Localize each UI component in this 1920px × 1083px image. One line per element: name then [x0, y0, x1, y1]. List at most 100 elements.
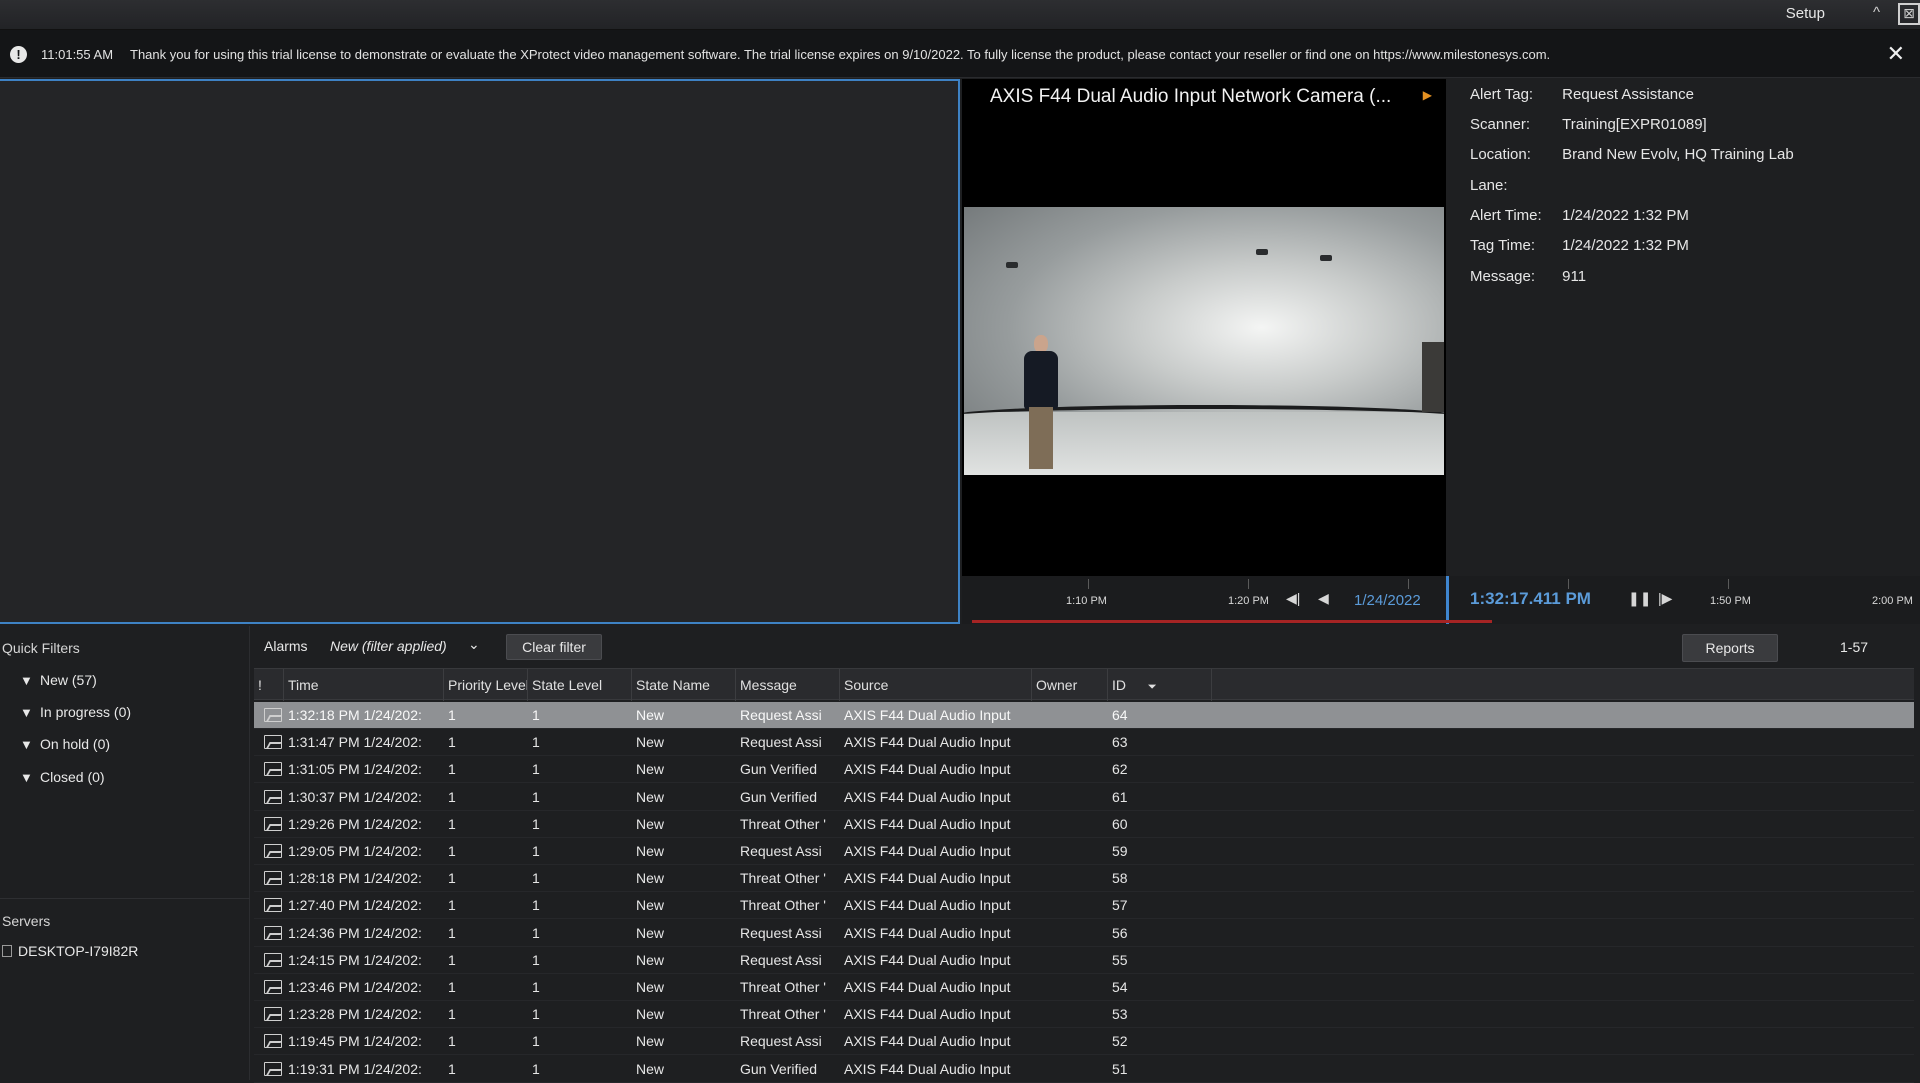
column-header-state-name[interactable]: State Name [632, 669, 736, 701]
empty-view-pane[interactable] [0, 79, 960, 624]
table-row[interactable]: 1:31:47 PM 1/24/202: 1 1 New Request Assi AXI… [254, 729, 1914, 757]
server-item[interactable]: DESKTOP-I79I82R [2, 943, 138, 959]
cell-message: Threat Other ' [740, 979, 826, 995]
cell-source: AXIS F44 Dual Audio Input [844, 1006, 1011, 1023]
cell-time: 1:31:05 PM 1/24/202: [288, 761, 422, 778]
ceiling-fixture [1006, 262, 1018, 268]
column-header-priority[interactable]: Priority Level [444, 669, 528, 701]
table-row[interactable]: 1:23:28 PM 1/24/202: 1 1 New Threat Other ' A… [254, 1001, 1914, 1029]
cell-id: 54 [1112, 979, 1128, 995]
timeline-current-time: 1:32:17.411 PM [1470, 589, 1591, 608]
timeline-playhead[interactable] [1446, 576, 1449, 624]
image-icon [264, 1007, 282, 1022]
filter-on-hold[interactable]: ▼ On hold (0) [20, 736, 110, 752]
cell-state-level: 1 [532, 924, 540, 941]
close-icon[interactable]: ✕ [1887, 41, 1905, 67]
cell-state-level: 1 [532, 979, 540, 995]
detail-value: Training[EXPR01089] [1562, 116, 1707, 133]
camera-view[interactable]: AXIS F44 Dual Audio Input Network Camera… [962, 79, 1446, 624]
cell-priority: 1 [448, 1006, 456, 1023]
column-header-source[interactable]: Source [840, 669, 1032, 701]
setup-button[interactable]: Setup [1786, 5, 1825, 22]
table-row[interactable]: 1:29:26 PM 1/24/202: 1 1 New Threat Other ' A… [254, 811, 1914, 838]
table-row[interactable]: 1:30:37 PM 1/24/202: 1 1 New Gun Verified AXI… [254, 784, 1914, 811]
quick-filters-title: Quick Filters [2, 640, 80, 656]
cell-state-name: New [636, 734, 665, 751]
filter-dropdown[interactable]: New (filter applied) [330, 638, 447, 654]
column-header-id[interactable]: ID ⏷ [1108, 669, 1212, 701]
filter-label: New (57) [40, 672, 97, 688]
table-row[interactable]: 1:27:40 PM 1/24/202: 1 1 New Threat Other ' A… [254, 892, 1914, 920]
sort-descending-icon[interactable]: ⏷ [1148, 681, 1157, 693]
image-icon [264, 1034, 282, 1049]
filter-label: In progress (0) [40, 704, 132, 720]
table-row[interactable]: 1:24:36 PM 1/24/202: 1 1 New Request Assi AXI… [254, 920, 1914, 947]
table-header: ! Time Priority Level State Level State … [254, 668, 1914, 701]
cell-time: 1:29:05 PM 1/24/202: [288, 843, 422, 859]
play-reverse-icon[interactable]: ◀ [1318, 590, 1329, 607]
filter-funnel-icon: ▼ [20, 737, 33, 752]
detail-value: 1/24/2022 1:32 PM [1562, 237, 1689, 254]
reports-button[interactable]: Reports [1682, 634, 1778, 662]
cell-source: AXIS F44 Dual Audio Input [844, 788, 1011, 805]
table-row[interactable]: 1:23:46 PM 1/24/202: 1 1 New Threat Other ' A… [254, 974, 1914, 1001]
alarm-list-panel: Alarms New (filter applied) ⌄ Clear filt… [252, 626, 1920, 1083]
camera-video-feed[interactable] [964, 207, 1444, 475]
notification-text: Thank you for using this trial license t… [130, 47, 1551, 62]
table-row[interactable]: 1:24:15 PM 1/24/202: 1 1 New Request Assi AXI… [254, 947, 1914, 974]
cell-message: Threat Other ' [740, 1006, 826, 1023]
camera-menu-arrow-icon[interactable]: ▶ [1423, 88, 1432, 102]
cell-owner [1032, 811, 1108, 838]
pause-icon[interactable]: ❚❚ [1628, 590, 1651, 607]
cell-state-name: New [636, 870, 665, 887]
column-header-message[interactable]: Message [736, 669, 840, 701]
cell-time: 1:29:26 PM 1/24/202: [288, 815, 422, 832]
column-header-flag[interactable]: ! [254, 669, 284, 701]
image-icon [264, 816, 282, 831]
timeline-label: 1:50 PM [1710, 595, 1751, 607]
cell-owner [1032, 729, 1108, 756]
cell-state-name: New [636, 924, 665, 941]
table-row[interactable]: 1:32:18 PM 1/24/202: 1 1 New Request Assi AXI… [254, 702, 1914, 729]
table-row[interactable]: 1:31:05 PM 1/24/202: 1 1 New Gun Verified AXI… [254, 756, 1914, 784]
table-row[interactable]: 1:19:45 PM 1/24/202: 1 1 New Request Assi AXI… [254, 1028, 1914, 1056]
image-icon [264, 844, 282, 858]
table-row[interactable]: 1:19:31 PM 1/24/202: 1 1 New Gun Verified AXI… [254, 1056, 1914, 1083]
cell-state-name: New [636, 979, 665, 995]
table-row[interactable]: 1:29:05 PM 1/24/202: 1 1 New Request Assi AXI… [254, 838, 1914, 865]
filter-closed[interactable]: ▼ Closed (0) [20, 769, 105, 785]
cell-state-level: 1 [532, 1060, 540, 1077]
column-header-state-level[interactable]: State Level [528, 669, 632, 701]
window-mode-icon[interactable]: ⊠ [1898, 3, 1920, 25]
cell-priority: 1 [448, 815, 456, 832]
next-frame-icon[interactable]: |▶ [1658, 590, 1672, 607]
previous-frame-icon[interactable]: ◀| [1286, 590, 1300, 607]
row-range-label: 1-57 [1840, 639, 1869, 655]
timeline-label: 1:20 PM [1228, 595, 1269, 607]
table-row[interactable]: 1:28:18 PM 1/24/202: 1 1 New Threat Other ' A… [254, 865, 1914, 893]
cell-state-level: 1 [532, 1006, 540, 1023]
chevron-down-icon[interactable]: ⌄ [468, 636, 480, 653]
cell-priority: 1 [448, 870, 456, 887]
image-icon [264, 952, 282, 967]
playback-timeline[interactable]: 1:10 PM 1:20 PM 1:50 PM 2:00 PM ◀| ◀ 1/2… [962, 576, 1920, 624]
servers-title: Servers [2, 913, 51, 929]
cell-state-level: 1 [532, 951, 540, 968]
filter-in-progress[interactable]: ▼ In progress (0) [20, 704, 131, 720]
image-icon [264, 898, 282, 913]
cell-time: 1:24:15 PM 1/24/202: [288, 951, 422, 968]
cell-time: 1:23:46 PM 1/24/202: [288, 979, 422, 995]
cell-owner [1032, 865, 1108, 892]
filter-new[interactable]: ▼ New (57) [20, 672, 97, 688]
cell-time: 1:30:37 PM 1/24/202: [288, 788, 422, 805]
detail-label: Scanner: [1470, 116, 1531, 133]
clear-filter-button[interactable]: Clear filter [506, 634, 602, 660]
cell-id: 62 [1112, 761, 1128, 778]
column-header-time[interactable]: Time [284, 669, 444, 701]
timeline-date[interactable]: 1/24/2022 [1354, 592, 1421, 609]
collapse-icon[interactable]: ^ [1873, 4, 1880, 21]
cell-state-name: New [636, 788, 665, 805]
column-header-owner[interactable]: Owner [1032, 669, 1108, 701]
cell-state-level: 1 [532, 788, 540, 805]
image-icon [264, 735, 282, 750]
